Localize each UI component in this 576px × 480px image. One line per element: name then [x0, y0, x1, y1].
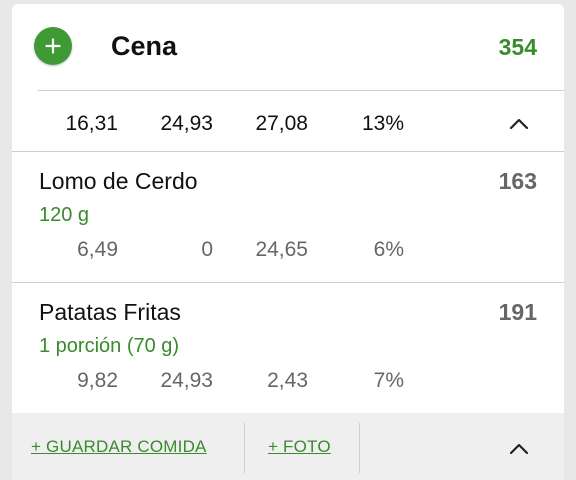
meal-summary-row[interactable]: 16,31 24,93 27,08 13% — [12, 91, 564, 151]
plus-icon — [45, 38, 61, 54]
save-meal-link[interactable]: + GUARDAR COMIDA — [31, 437, 207, 457]
food-value-4: 7% — [373, 369, 404, 392]
food-value-2: 0 — [201, 238, 213, 261]
summary-value-2: 24,93 — [160, 112, 213, 135]
summary-value-1: 16,31 — [65, 112, 118, 135]
food-value-1: 9,82 — [77, 369, 118, 392]
meal-calories: 354 — [498, 34, 537, 60]
food-name: Lomo de Cerdo — [39, 168, 198, 194]
add-food-button[interactable] — [34, 27, 72, 65]
meal-title: Cena — [111, 31, 178, 61]
chevron-up-icon[interactable] — [508, 117, 530, 131]
food-item[interactable]: Lomo de Cerdo 163 120 g 6,49 0 24,65 6% — [12, 152, 564, 282]
food-value-3: 2,43 — [267, 369, 308, 392]
food-serving: 1 porción (70 g) — [39, 335, 180, 357]
meal-header: Cena 354 — [12, 4, 564, 90]
summary-value-4: 13% — [361, 112, 404, 135]
divider — [359, 423, 360, 473]
food-calories: 163 — [498, 168, 537, 194]
food-calories: 191 — [498, 299, 537, 325]
meal-card: Cena 354 16,31 24,93 27,08 13% Lomo de C… — [12, 4, 564, 480]
food-value-2: 24,93 — [160, 369, 213, 392]
food-value-4: 6% — [373, 238, 404, 261]
divider — [244, 423, 245, 473]
food-serving: 120 g — [39, 204, 90, 226]
meal-footer: + GUARDAR COMIDA + FOTO — [12, 413, 564, 480]
food-value-3: 24,65 — [255, 238, 308, 261]
summary-value-3: 27,08 — [255, 112, 308, 135]
food-value-1: 6,49 — [77, 238, 118, 261]
food-name: Patatas Fritas — [39, 299, 181, 325]
food-item[interactable]: Patatas Fritas 191 1 porción (70 g) 9,82… — [12, 283, 564, 413]
chevron-up-icon[interactable] — [508, 442, 530, 456]
add-photo-link[interactable]: + FOTO — [268, 437, 331, 457]
